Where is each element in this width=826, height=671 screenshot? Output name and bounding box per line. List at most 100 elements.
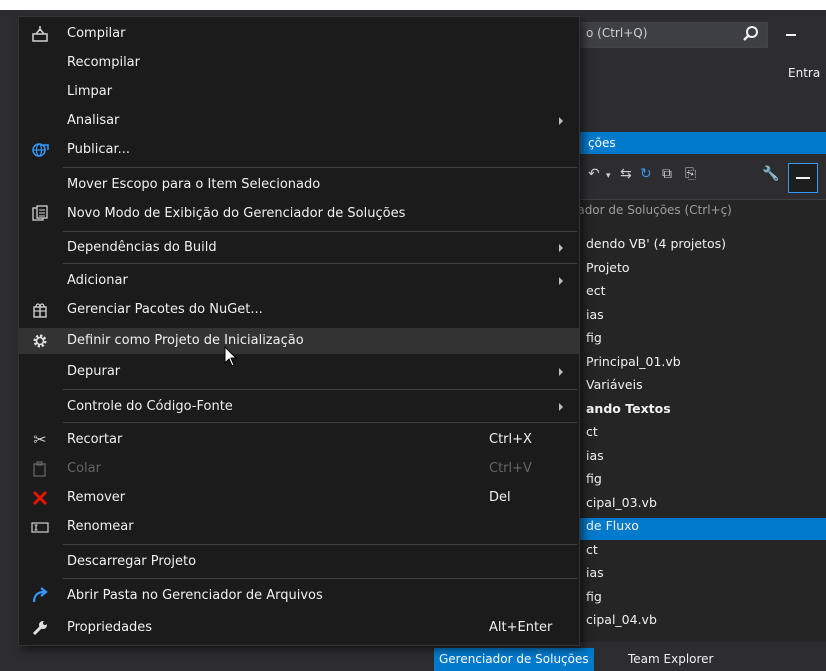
menu-separator — [63, 578, 577, 579]
tree-item[interactable]: ct — [586, 542, 598, 557]
menu-item-shortcut: Del — [489, 490, 511, 505]
minus-icon — [796, 177, 810, 179]
menu-item-label: Renomear — [67, 519, 134, 534]
menu-item-remover[interactable]: Remover Del — [19, 485, 579, 511]
menu-item-label: Remover — [67, 490, 126, 505]
menu-item-label: Controle do Código-Fonte — [67, 399, 233, 414]
tree-item[interactable]: Principal_01.vb — [586, 354, 681, 369]
submenu-arrow-icon — [559, 403, 563, 411]
minimize-button[interactable] — [786, 34, 796, 36]
mouse-cursor-icon — [224, 346, 238, 367]
menu-item-adicionar[interactable]: Adicionar — [19, 268, 579, 294]
tree-item[interactable]: cipal_03.vb — [586, 495, 657, 510]
paste-icon — [31, 460, 49, 478]
tree-item[interactable]: dendo VB' (4 projetos) — [586, 236, 726, 251]
gear-icon — [31, 332, 49, 350]
tree-item[interactable]: fig — [586, 471, 602, 486]
menu-item-label: Mover Escopo para o Item Selecionado — [67, 177, 321, 192]
menu-item-renomear[interactable]: Renomear — [19, 514, 579, 540]
menu-item-depurar[interactable]: Depurar — [19, 359, 579, 385]
project-context-menu: Compilar Recompilar Limpar Analisar Publ… — [18, 16, 580, 646]
menu-item-definir-inicializacao[interactable]: Definir como Projeto de Inicialização — [19, 328, 579, 354]
tree-item[interactable]: fig — [586, 589, 602, 604]
menu-item-recortar[interactable]: ✂ Recortar Ctrl+X — [19, 427, 579, 453]
refresh-icon[interactable]: ↻ — [640, 166, 652, 182]
tab-team-explorer[interactable]: Team Explorer — [621, 648, 721, 671]
menu-item-label: Publicar... — [67, 142, 130, 157]
menu-item-descarregar[interactable]: Descarregar Projeto — [19, 549, 579, 575]
menu-item-publicar[interactable]: Publicar... — [19, 137, 579, 163]
search-icon[interactable] — [742, 25, 760, 43]
preview-toggle-button[interactable] — [788, 163, 818, 193]
menu-item-label: Gerenciar Pacotes do NuGet... — [67, 302, 263, 317]
submenu-arrow-icon — [559, 368, 563, 376]
history-icon[interactable]: ↶ — [588, 166, 600, 182]
tree-item[interactable]: Variáveis — [586, 377, 643, 392]
menu-item-shortcut: Ctrl+V — [489, 461, 532, 476]
menu-item-novo-modo[interactable]: Novo Modo de Exibição do Gerenciador de … — [19, 201, 579, 227]
scissors-icon: ✂ — [33, 430, 47, 449]
quick-launch-text: o (Ctrl+Q) — [586, 26, 648, 40]
nuget-package-icon — [31, 301, 49, 319]
sync-icon[interactable]: ⇆ — [620, 166, 632, 182]
menu-item-compilar[interactable]: Compilar — [19, 21, 579, 47]
tree-item[interactable]: ias — [586, 448, 604, 463]
menu-separator — [63, 389, 577, 390]
submenu-arrow-icon — [559, 244, 563, 252]
top-strip — [0, 0, 826, 10]
tab-solution-explorer[interactable]: Gerenciador de Soluções — [434, 648, 594, 671]
menu-item-propriedades[interactable]: Propriedades Alt+Enter — [19, 615, 579, 641]
menu-item-analisar[interactable]: Analisar — [19, 108, 579, 134]
submenu-arrow-icon — [559, 277, 563, 285]
menu-item-label: Depurar — [67, 364, 121, 379]
publish-globe-icon — [31, 141, 49, 159]
tree-item[interactable]: ando Textos — [586, 401, 671, 416]
menu-item-mover-escopo[interactable]: Mover Escopo para o Item Selecionado — [19, 172, 579, 198]
menu-item-abrir-pasta[interactable]: Abrir Pasta no Gerenciador de Arquivos — [19, 583, 579, 609]
menu-item-label: Adicionar — [67, 273, 128, 288]
tree-item[interactable]: Projeto — [586, 260, 630, 275]
solution-explorer-search-placeholder: iador de Soluções (Ctrl+ç) — [574, 203, 732, 217]
red-x-icon — [31, 489, 49, 507]
tree-item[interactable]: de Fluxo — [586, 518, 639, 533]
menu-item-label: Compilar — [67, 26, 126, 41]
menu-separator — [63, 263, 577, 264]
menu-separator — [63, 167, 577, 168]
menu-item-label: Colar — [67, 461, 101, 476]
menu-item-label: Definir como Projeto de Inicialização — [67, 333, 304, 348]
dropdown-arrow-icon[interactable]: ▾ — [606, 171, 611, 181]
menu-item-label: Dependências do Build — [67, 240, 217, 255]
menu-item-label: Recompilar — [67, 55, 140, 70]
show-all-files-icon[interactable]: ⎘ — [685, 166, 696, 182]
sign-in-link[interactable]: Entra — [788, 66, 820, 80]
menu-item-label: Novo Modo de Exibição do Gerenciador de … — [67, 206, 406, 221]
menu-separator — [63, 422, 577, 423]
open-folder-arrow-icon — [31, 587, 49, 605]
menu-item-label: Recortar — [67, 432, 123, 447]
menu-item-label: Limpar — [67, 84, 113, 99]
tree-item[interactable]: ias — [586, 565, 604, 580]
menu-item-recompilar[interactable]: Recompilar — [19, 50, 579, 76]
collapse-all-icon[interactable]: ⧉ — [662, 166, 672, 182]
tree-item[interactable]: ct — [586, 424, 598, 439]
menu-item-limpar[interactable]: Limpar — [19, 79, 579, 105]
properties-wrench-icon[interactable]: 🔧 — [762, 166, 779, 182]
menu-separator — [63, 544, 577, 545]
menu-item-controle-codigo[interactable]: Controle do Código-Fonte — [19, 394, 579, 420]
tree-item[interactable]: ect — [586, 283, 605, 298]
rename-icon — [31, 518, 49, 536]
menu-item-nuget[interactable]: Gerenciar Pacotes do NuGet... — [19, 297, 579, 323]
tree-item[interactable]: fig — [586, 330, 602, 345]
new-view-icon — [31, 205, 49, 223]
menu-separator — [63, 231, 577, 232]
tree-item[interactable]: ias — [586, 307, 604, 322]
submenu-arrow-icon — [559, 117, 563, 125]
menu-item-shortcut: Ctrl+X — [489, 432, 532, 447]
wrench-icon — [31, 619, 49, 637]
menu-item-colar[interactable]: Colar Ctrl+V — [19, 456, 579, 482]
menu-item-dependencias[interactable]: Dependências do Build — [19, 235, 579, 261]
menu-item-shortcut: Alt+Enter — [489, 620, 553, 635]
solution-explorer-title: ções — [588, 136, 616, 150]
menu-item-label: Descarregar Projeto — [67, 554, 197, 569]
tree-item[interactable]: cipal_04.vb — [586, 612, 657, 627]
